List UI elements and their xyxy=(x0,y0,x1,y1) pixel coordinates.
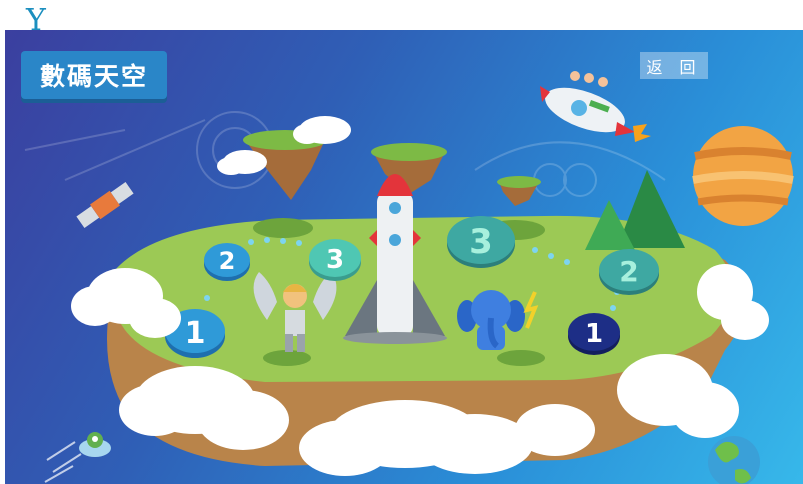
earth-icon xyxy=(708,436,760,484)
level-node-left-3[interactable]: 3 xyxy=(309,239,361,281)
level-node-right-1-label: 1 xyxy=(585,319,603,349)
game-stage: 1 2 3 1 2 3 數碼天空 返 回 xyxy=(5,30,803,484)
tree-icon xyxy=(585,170,685,250)
level-node-right-2[interactable]: 2 xyxy=(599,249,659,295)
level-node-left-3-label: 3 xyxy=(326,245,344,275)
planet-icon xyxy=(692,126,794,226)
level-node-right-2-label: 2 xyxy=(619,255,638,288)
level-node-left-2[interactable]: 2 xyxy=(204,243,250,281)
ufo-alien-icon xyxy=(44,432,111,483)
level-node-right-3[interactable]: 3 xyxy=(447,216,515,268)
satellite-icon xyxy=(76,182,134,228)
level-node-right-3-label: 3 xyxy=(469,222,493,262)
level-node-left-2-label: 2 xyxy=(219,247,236,275)
level-node-left-1-label: 1 xyxy=(185,316,206,351)
level-node-right-1[interactable]: 1 xyxy=(568,313,620,355)
app-title-badge[interactable]: 數碼天空 xyxy=(21,51,167,99)
back-button[interactable]: 返 回 xyxy=(640,52,708,79)
rocket-ship-icon xyxy=(540,71,651,142)
top-strip xyxy=(0,0,803,30)
